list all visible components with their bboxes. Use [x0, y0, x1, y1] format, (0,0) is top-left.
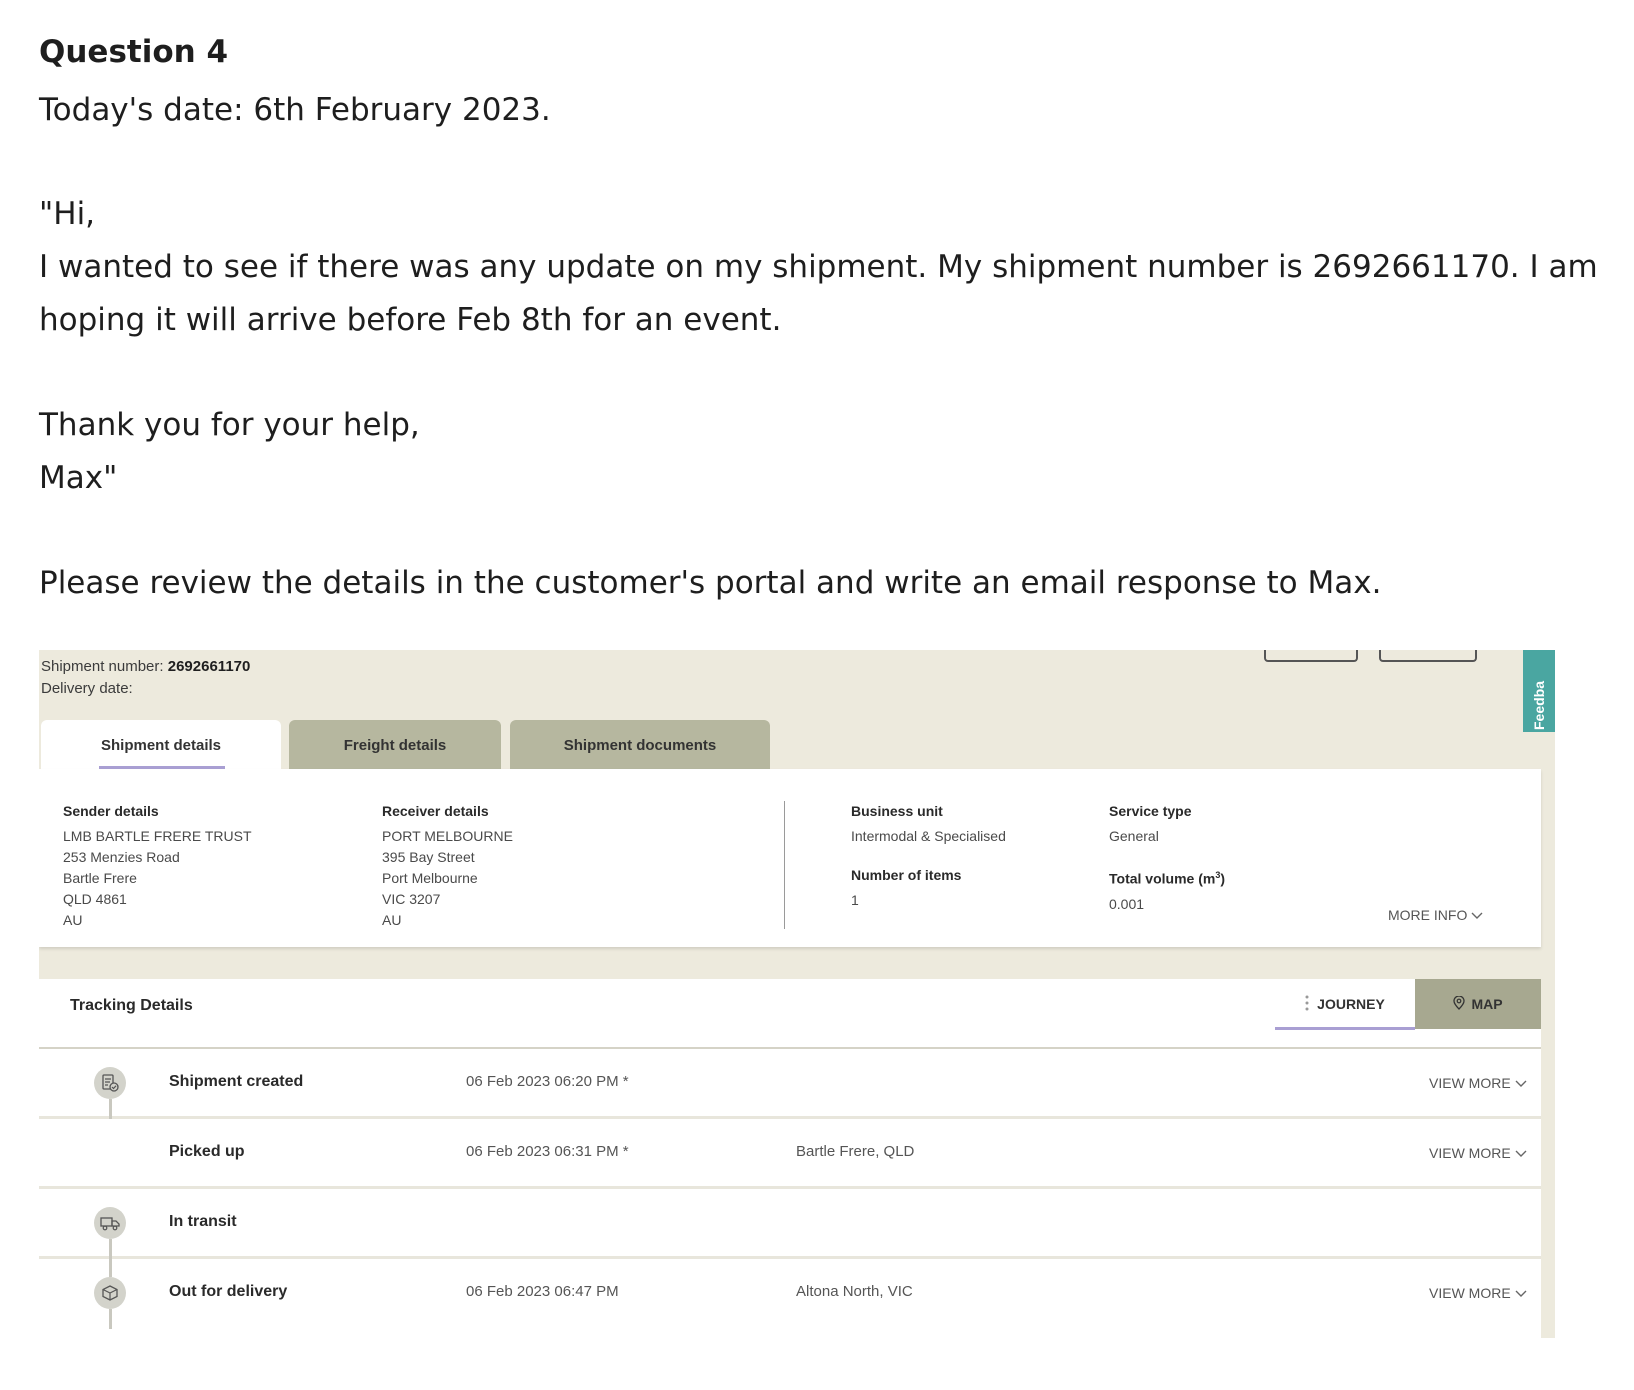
sender-country: AU — [63, 912, 83, 928]
view-more-button[interactable]: VIEW MORE — [1429, 1285, 1527, 1301]
sender-street: 253 Menzies Road — [63, 849, 180, 865]
tab-label: Shipment details — [100, 736, 222, 754]
tab-shipment-documents[interactable]: Shipment documents — [510, 720, 770, 770]
question-title: Question 4 — [39, 34, 229, 70]
email-signature: Max" — [39, 460, 118, 496]
event-status: Out for delivery — [169, 1283, 288, 1300]
timeline-connector — [109, 1309, 112, 1329]
tracking-details-title: Tracking Details — [70, 997, 193, 1014]
timeline-connector — [109, 1099, 112, 1119]
timeline-connector — [109, 1239, 112, 1259]
receiver-details: Receiver details PORT MELBOURNE 395 Bay … — [382, 801, 513, 931]
tracking-event-row: Shipment created 06 Feb 2023 06:20 PM * … — [39, 1049, 1541, 1119]
feedback-tab[interactable]: Feedba — [1523, 650, 1555, 732]
receiver-details-label: Receiver details — [382, 803, 489, 819]
tracking-details-panel: Tracking Details JOURNEY MAP Shipment cr… — [39, 979, 1541, 1338]
tracking-event-row: In transit — [39, 1189, 1541, 1259]
view-more-label: VIEW MORE — [1429, 1145, 1511, 1161]
event-status: Picked up — [169, 1143, 245, 1160]
package-icon — [94, 1277, 126, 1309]
truck-icon — [94, 1207, 126, 1239]
sender-details: Sender details LMB BARTLE FRERE TRUST 25… — [63, 801, 252, 931]
customer-portal-screenshot: Shipment number: 2692661170 Delivery dat… — [39, 650, 1555, 1338]
top-action-button-2[interactable] — [1379, 650, 1477, 662]
event-location: Bartle Frere, QLD — [796, 1143, 915, 1160]
business-unit-value: Intermodal & Specialised — [851, 828, 1006, 844]
receiver-country: AU — [382, 912, 402, 928]
journey-tab[interactable]: JOURNEY — [1275, 979, 1415, 1029]
email-thanks: Thank you for your help, — [39, 407, 420, 443]
receiver-state-postcode: VIC 3207 — [382, 891, 441, 907]
tab-freight-details[interactable]: Freight details — [289, 720, 501, 770]
business-unit: Business unit Intermodal & Specialised — [851, 801, 1006, 847]
sender-state-postcode: QLD 4861 — [63, 891, 127, 907]
chevron-down-icon — [1515, 1285, 1527, 1301]
total-volume-value: 0.001 — [1109, 895, 1145, 912]
service-type-value: General — [1109, 828, 1159, 844]
number-of-items-label: Number of items — [851, 867, 962, 883]
view-more-button[interactable]: VIEW MORE — [1429, 1145, 1527, 1161]
more-info-label: MORE INFO — [1388, 907, 1468, 923]
tracking-event-row: Out for delivery 06 Feb 2023 06:47 PM Al… — [39, 1259, 1541, 1329]
email-body-line-2: hoping it will arrive before Feb 8th for… — [39, 302, 782, 338]
chevron-down-icon — [1471, 907, 1483, 923]
date-line: Today's date: 6th February 2023. — [39, 92, 551, 128]
details-divider — [784, 801, 785, 929]
shipment-header: Shipment number: 2692661170 Delivery dat… — [41, 656, 250, 700]
view-more-label: VIEW MORE — [1429, 1285, 1511, 1301]
receiver-name: PORT MELBOURNE — [382, 828, 513, 844]
email-greeting: "Hi, — [39, 196, 96, 232]
event-status: In transit — [169, 1213, 237, 1230]
total-volume-label: Total volume (m3) — [1109, 870, 1225, 887]
map-label: MAP — [1471, 996, 1503, 1012]
more-info-button[interactable]: MORE INFO — [1388, 907, 1483, 923]
view-more-button[interactable]: VIEW MORE — [1429, 1075, 1527, 1091]
instruction-text: Please review the details in the custome… — [39, 565, 1382, 601]
shipment-number-label: Shipment number: — [41, 658, 164, 675]
event-status: Shipment created — [169, 1073, 304, 1090]
tab-label: Shipment documents — [563, 736, 717, 754]
total-volume: Total volume (m3) 0.001 — [1109, 865, 1225, 915]
event-location: Altona North, VIC — [796, 1283, 913, 1300]
tracking-event-row: Picked up 06 Feb 2023 06:31 PM * Bartle … — [39, 1119, 1541, 1189]
receiver-suburb: Port Melbourne — [382, 870, 478, 886]
number-of-items-value: 1 — [851, 892, 859, 908]
service-type-label: Service type — [1109, 803, 1192, 819]
view-more-label: VIEW MORE — [1429, 1075, 1511, 1091]
document-check-icon — [94, 1067, 126, 1099]
feedback-label: Feedba — [1531, 680, 1547, 730]
sender-details-label: Sender details — [63, 803, 159, 819]
shipment-details-card: Sender details LMB BARTLE FRERE TRUST 25… — [39, 769, 1541, 947]
event-time: 06 Feb 2023 06:47 PM — [466, 1283, 619, 1300]
event-time: 06 Feb 2023 06:20 PM * — [466, 1073, 629, 1090]
service-type: Service type General — [1109, 801, 1192, 847]
number-of-items: Number of items 1 — [851, 865, 961, 911]
shipment-number: 2692661170 — [167, 658, 251, 675]
map-tab[interactable]: MAP — [1415, 979, 1541, 1029]
journey-tab-indicator — [1275, 1027, 1415, 1030]
sender-suburb: Bartle Frere — [63, 870, 137, 886]
tab-shipment-details[interactable]: Shipment details — [41, 720, 281, 770]
map-pin-icon — [1453, 994, 1466, 1013]
top-action-button-1[interactable] — [1264, 650, 1358, 662]
delivery-date-label: Delivery date: — [41, 680, 133, 697]
chevron-down-icon — [1515, 1075, 1527, 1091]
tab-label: Freight details — [343, 736, 447, 754]
journey-label: JOURNEY — [1317, 996, 1385, 1012]
business-unit-label: Business unit — [851, 803, 943, 819]
sender-name: LMB BARTLE FRERE TRUST — [63, 828, 252, 844]
timeline-connector — [109, 1259, 112, 1277]
journey-icon — [1305, 995, 1309, 1014]
receiver-street: 395 Bay Street — [382, 849, 475, 865]
chevron-down-icon — [1515, 1145, 1527, 1161]
email-body-line-1: I wanted to see if there was any update … — [39, 249, 1598, 285]
event-time: 06 Feb 2023 06:31 PM * — [466, 1143, 629, 1160]
